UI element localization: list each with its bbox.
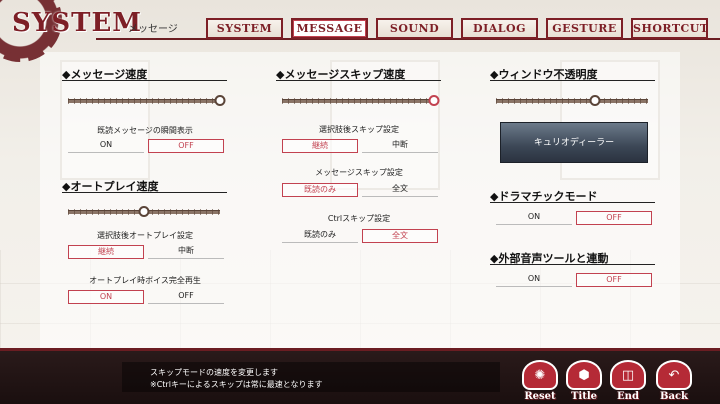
page-subtitle: メッセージ: [128, 24, 178, 35]
title-button-label: Title: [570, 391, 598, 402]
section-divider: [490, 202, 655, 203]
external-voice-off[interactable]: OFF: [576, 273, 652, 287]
skip-stop-option[interactable]: 中断: [362, 139, 438, 153]
back-arrow-icon: ↶: [656, 360, 692, 390]
reset-button-label: Reset: [524, 391, 556, 402]
instant-display-off[interactable]: OFF: [148, 139, 224, 153]
section-divider: [276, 80, 441, 81]
page-title: SYSTEM: [12, 8, 143, 38]
dramatic-on[interactable]: ON: [496, 211, 572, 225]
section-divider: [62, 192, 227, 193]
auto-play-voice-off[interactable]: OFF: [148, 290, 224, 304]
window-opacity-slider[interactable]: [496, 95, 648, 106]
slider-knob[interactable]: [589, 95, 601, 106]
external-voice-on[interactable]: ON: [496, 273, 572, 287]
tab-bar: SYSTEM MESSAGE SOUND DIALOG GESTURE SHOR…: [206, 18, 708, 39]
skip-speed-slider[interactable]: [282, 95, 440, 106]
instant-display-label: 既読メッセージの瞬間表示: [97, 126, 193, 135]
section-divider: [490, 264, 655, 265]
tab-gesture[interactable]: GESTURE: [546, 18, 623, 39]
section-divider: [62, 80, 227, 81]
auto-play-voice-label: オートプレイ時ボイス完全再生: [89, 276, 201, 285]
tab-sound[interactable]: SOUND: [376, 18, 453, 39]
skip-all-option[interactable]: 全文: [362, 183, 438, 197]
back-button[interactable]: ↶ Back: [656, 360, 692, 402]
tab-dialog[interactable]: DIALOG: [461, 18, 538, 39]
reset-icon: ✺: [522, 360, 558, 390]
ctrl-all-option[interactable]: 全文: [362, 229, 438, 243]
auto-play-voice-on[interactable]: ON: [68, 290, 144, 304]
skip-continue-option[interactable]: 継続: [282, 139, 358, 153]
ctrl-read-only-option[interactable]: 既読のみ: [282, 229, 358, 243]
section-divider: [490, 80, 655, 81]
back-button-label: Back: [660, 391, 688, 402]
auto-play-continue-option[interactable]: 継続: [68, 245, 144, 259]
skip-read-only-option[interactable]: 既読のみ: [282, 183, 358, 197]
instant-display-on[interactable]: ON: [68, 139, 144, 153]
help-message-line-2: ※Ctrlキーによるスキップは常に最速となります: [150, 380, 323, 389]
window-preview-button[interactable]: キュリオディーラー: [500, 122, 648, 163]
slider-knob[interactable]: [138, 206, 150, 217]
auto-play-after-choice-label: 選択肢後オートプレイ設定: [97, 231, 193, 240]
dramatic-off[interactable]: OFF: [576, 211, 652, 225]
tab-system[interactable]: SYSTEM: [206, 18, 283, 39]
help-message-line-1: スキップモードの速度を変更します: [150, 368, 278, 377]
title-button[interactable]: ⬢ Title: [566, 360, 602, 402]
tab-message[interactable]: MESSAGE: [291, 18, 368, 39]
reset-button[interactable]: ✺ Reset: [522, 360, 558, 402]
title-icon: ⬢: [566, 360, 602, 390]
message-speed-slider[interactable]: [68, 95, 226, 106]
auto-play-stop-option[interactable]: 中断: [148, 245, 224, 259]
skip-after-choice-label: 選択肢後スキップ設定: [319, 125, 399, 134]
tab-shortcut[interactable]: SHORTCUT: [631, 18, 708, 39]
slider-knob[interactable]: [428, 95, 440, 106]
slider-knob[interactable]: [214, 95, 226, 106]
door-icon: ◫: [610, 360, 646, 390]
end-button-label: End: [617, 391, 639, 402]
auto-play-speed-slider[interactable]: [68, 206, 220, 217]
ctrl-skip-label: Ctrlスキップ設定: [327, 214, 391, 223]
end-button[interactable]: ◫ End: [610, 360, 646, 402]
message-skip-label: メッセージスキップ設定: [315, 168, 403, 177]
